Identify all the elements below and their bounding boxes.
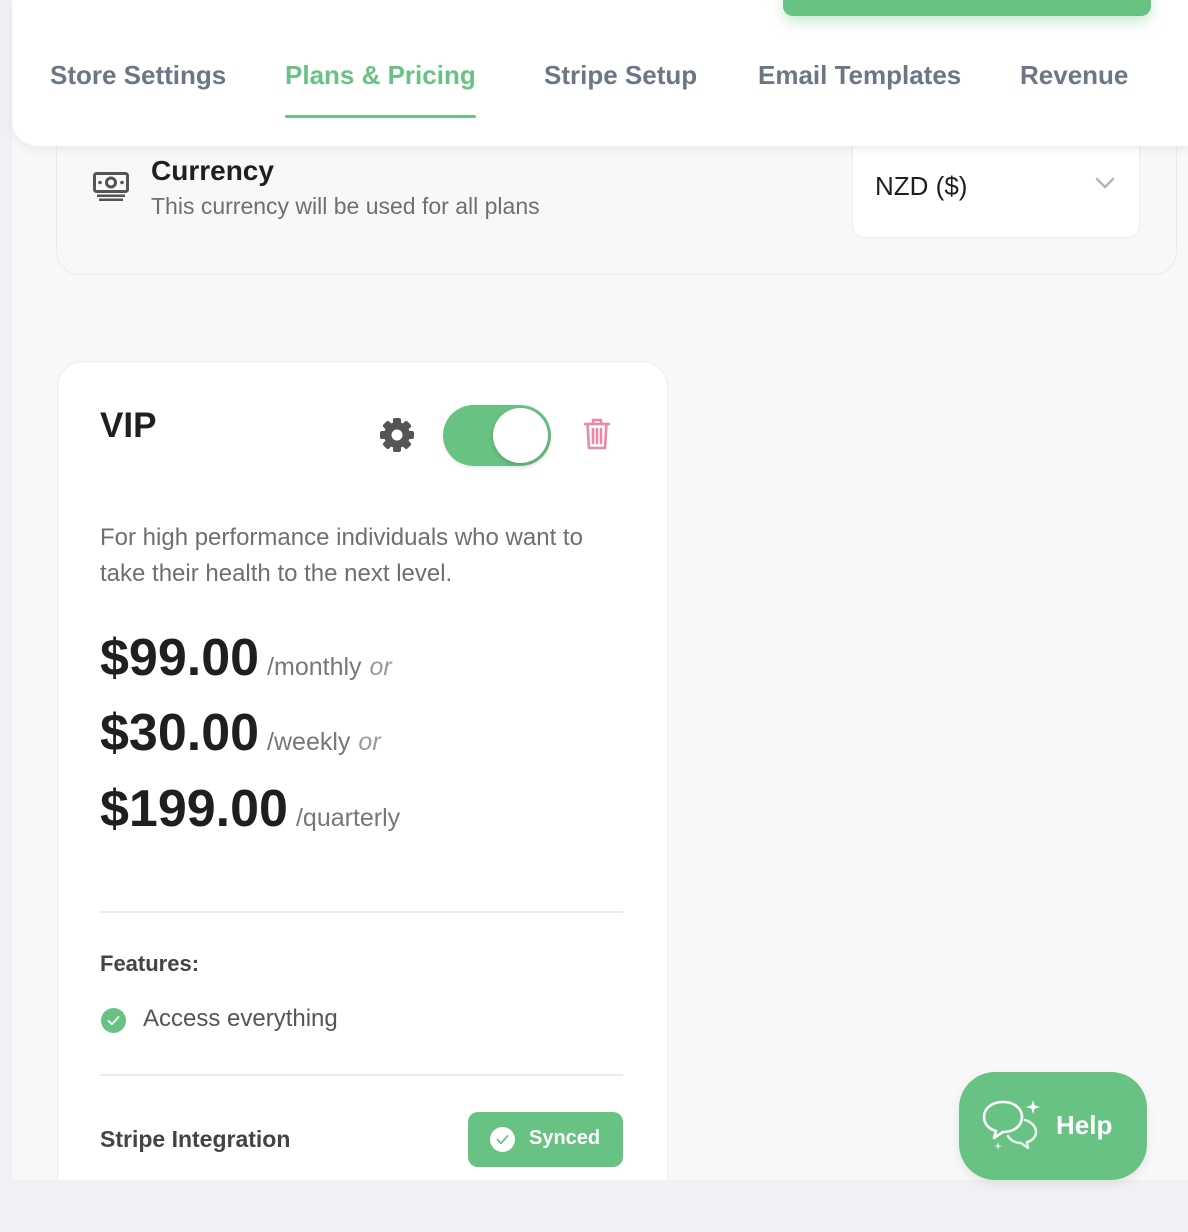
price-row-quarterly: $199.00/quarterly bbox=[100, 779, 400, 839]
stripe-integration-label: Stripe Integration bbox=[100, 1126, 291, 1152]
plan-description: For high performance individuals who wan… bbox=[100, 524, 583, 587]
help-button[interactable]: Help bbox=[959, 1072, 1147, 1180]
divider bbox=[100, 911, 623, 913]
synced-label: Synced bbox=[529, 1127, 601, 1149]
help-label: Help bbox=[1056, 1110, 1113, 1140]
price-or: or bbox=[369, 653, 392, 681]
price-amount: $199.00 bbox=[100, 780, 288, 838]
check-circle-icon bbox=[490, 1127, 515, 1152]
currency-subtitle: This currency will be used for all plans bbox=[151, 193, 540, 219]
price-period: /monthly bbox=[267, 653, 362, 681]
price-period: /quarterly bbox=[295, 804, 401, 832]
synced-button[interactable]: Synced bbox=[468, 1112, 623, 1167]
plan-enabled-toggle[interactable] bbox=[443, 405, 551, 466]
currency-selected-value: NZD ($) bbox=[875, 171, 968, 201]
divider bbox=[100, 1074, 623, 1076]
page-bottom-strip bbox=[0, 1180, 1188, 1232]
gear-icon[interactable] bbox=[378, 416, 416, 454]
tab-plans-pricing[interactable]: Plans & Pricing bbox=[285, 56, 476, 118]
chevron-down-icon bbox=[1095, 177, 1115, 189]
tab-revenue[interactable]: Revenue bbox=[1020, 56, 1128, 118]
currency-title: Currency bbox=[151, 155, 274, 186]
tab-store-settings[interactable]: Store Settings bbox=[50, 56, 226, 118]
price-row-monthly: $99.00/monthly or bbox=[100, 628, 392, 688]
price-row-weekly: $30.00/weekly or bbox=[100, 703, 381, 763]
check-circle-icon bbox=[101, 1008, 126, 1033]
feature-item: Access everything bbox=[143, 1005, 338, 1032]
price-period: /weekly bbox=[267, 728, 351, 756]
price-amount: $30.00 bbox=[100, 704, 260, 762]
primary-action-button[interactable] bbox=[783, 0, 1151, 16]
tab-stripe-setup[interactable]: Stripe Setup bbox=[544, 56, 697, 118]
chat-bubbles-icon bbox=[982, 1100, 1040, 1150]
features-label: Features: bbox=[100, 951, 200, 976]
toggle-knob bbox=[493, 408, 548, 463]
money-icon bbox=[93, 172, 129, 201]
trash-icon[interactable] bbox=[583, 417, 611, 451]
plan-name: VIP bbox=[100, 406, 157, 445]
price-amount: $99.00 bbox=[100, 629, 260, 687]
price-or: or bbox=[358, 728, 381, 756]
tab-email-templates[interactable]: Email Templates bbox=[758, 56, 961, 118]
